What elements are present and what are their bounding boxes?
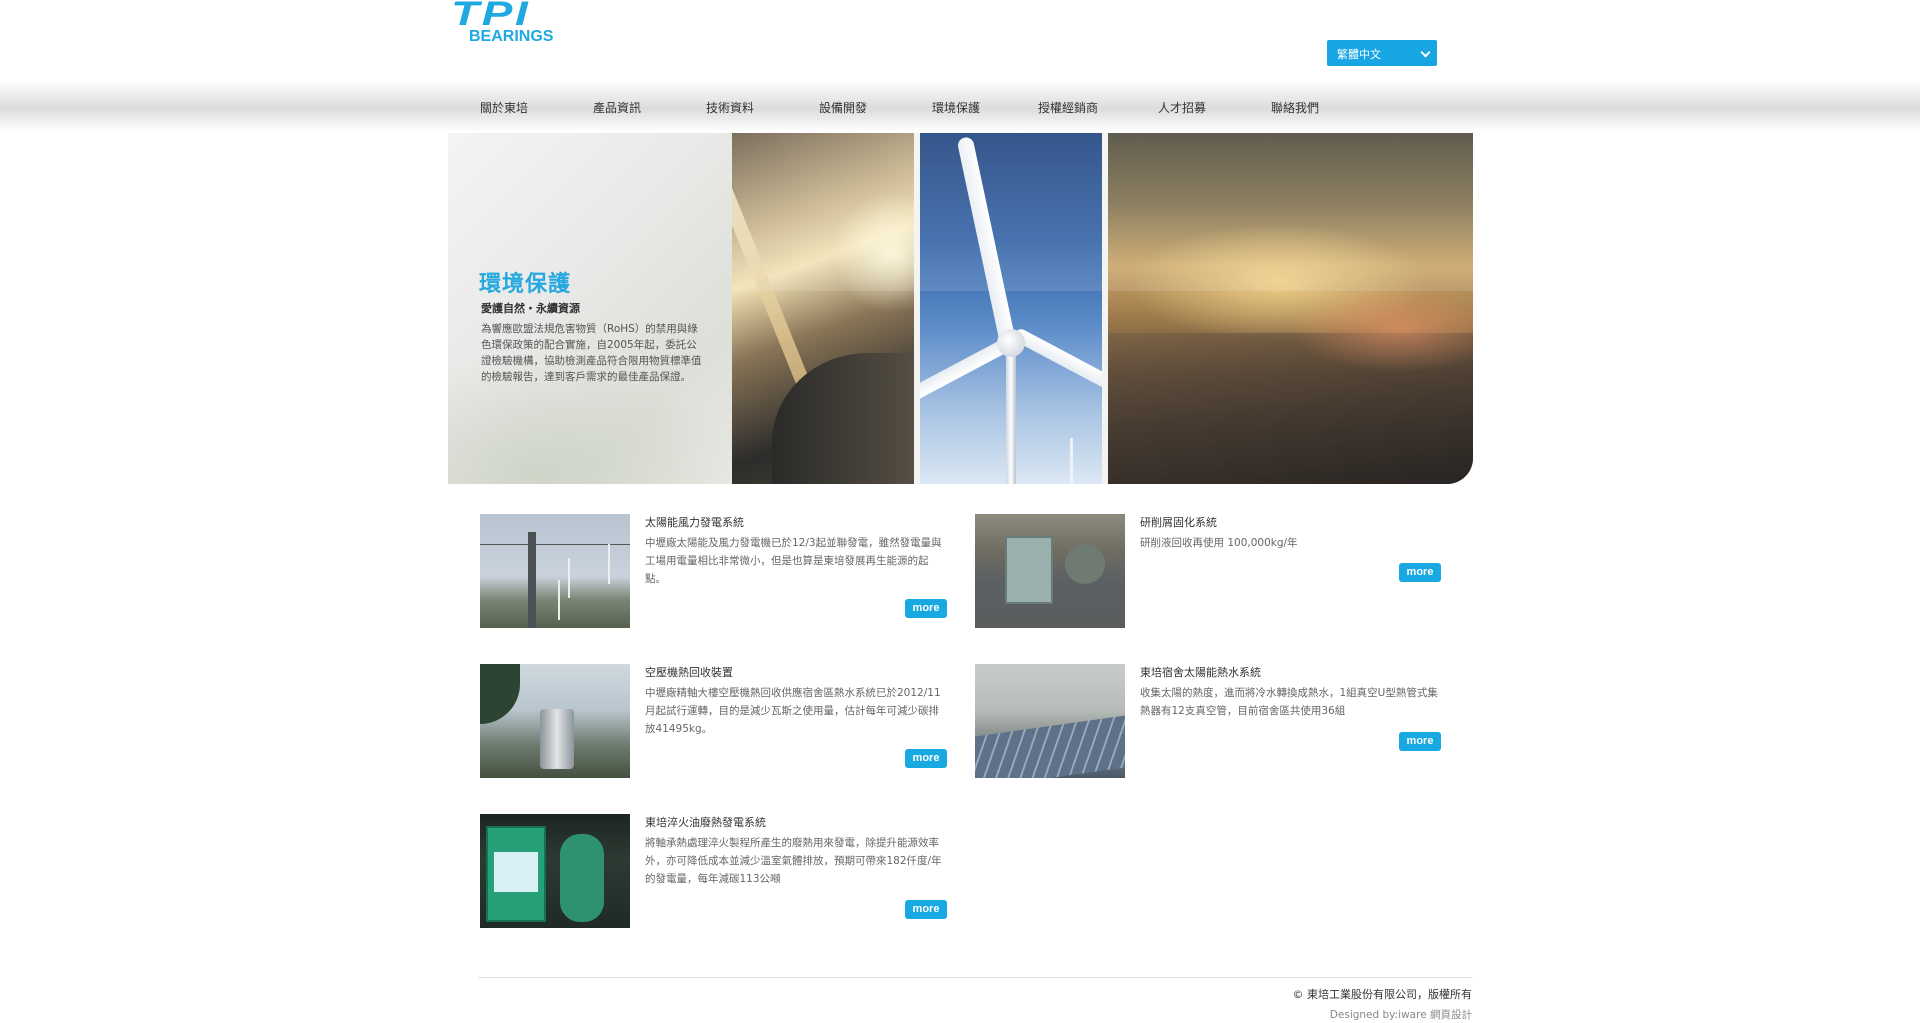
list-item: 東培淬火油廢熱發電系統 將軸承熱處理淬火製程所產生的廢熱用來發電，除提升能源效率… (480, 814, 950, 929)
nav-item-contact[interactable]: 聯絡我們 (1271, 99, 1319, 116)
footer-divider (478, 977, 1473, 978)
footer-copyright: © 東培工業股份有限公司，版權所有 (1292, 988, 1473, 1001)
more-button[interactable]: more (905, 599, 947, 618)
card-title[interactable]: 空壓機熱回收裝置 (645, 664, 733, 680)
hero-description: 為響應歐盟法規危害物質（RoHS）的禁用與綠色環保政策的配合實施，自2005年起… (481, 323, 702, 383)
card-title[interactable]: 太陽能風力發電系統 (645, 514, 744, 530)
card-description: 中壢廠精軸大樓空壓機熱回收供應宿舍區熱水系統已於2012/11月起試行運轉，目的… (645, 687, 941, 735)
nav-item-equipment[interactable]: 設備開發 (819, 99, 867, 116)
card-description: 將軸承熱處理淬火製程所產生的廢熱用來發電，除提升能源效率外，亦可降低成本並減少溫… (645, 837, 942, 885)
language-select[interactable]: 繁體中文 (1327, 40, 1437, 66)
footer-designer-credit[interactable]: Designed by:iware 網頁設計 (1330, 1007, 1472, 1022)
chevron-down-icon (1420, 47, 1431, 58)
card-title[interactable]: 東培宿舍太陽能熱水系統 (1140, 664, 1261, 680)
more-button[interactable]: more (905, 749, 947, 768)
nav-item-technical[interactable]: 技術資料 (706, 99, 754, 116)
card-description: 收集太陽的熱度，進而將冷水轉換成熱水，1組真空U型熱管式集熱器有12支真空管，目… (1140, 687, 1438, 717)
main-nav: 關於東培 產品資訊 技術資料 設備開發 環境保護 授權經銷商 人才招募 聯絡我們 (450, 96, 1480, 120)
card-thumbnail-grinding-system[interactable] (975, 514, 1125, 628)
card-title[interactable]: 東培淬火油廢熱發電系統 (645, 814, 766, 830)
hero-image-wind-turbine (920, 133, 1102, 484)
more-button[interactable]: more (1399, 732, 1441, 751)
language-select-value: 繁體中文 (1337, 48, 1381, 61)
hero-banner: 環境保護 愛護自然・永續資源 為響應歐盟法規危害物質（RoHS）的禁用與綠色環保… (448, 133, 1473, 484)
nav-item-environment[interactable]: 環境保護 (932, 99, 980, 116)
nav-item-careers[interactable]: 人才招募 (1158, 99, 1206, 116)
list-item: 空壓機熱回收裝置 中壢廠精軸大樓空壓機熱回收供應宿舍區熱水系統已於2012/11… (480, 664, 950, 779)
more-button[interactable]: more (905, 900, 947, 919)
more-button[interactable]: more (1399, 563, 1441, 582)
card-thumbnail-wind-solar[interactable] (480, 514, 630, 628)
tpi-bearings-logo[interactable]: TPI BEARINGS (451, 0, 581, 49)
logo-wordmark: TPI (451, 0, 531, 33)
nav-item-distributors[interactable]: 授權經銷商 (1038, 99, 1098, 116)
list-item: 太陽能風力發電系統 中壢廠太陽能及風力發電機已於12/3起並聯發電，雖然發電量與… (480, 514, 950, 629)
nav-item-products[interactable]: 產品資訊 (593, 99, 641, 116)
card-thumbnail-solar-water-heater[interactable] (975, 664, 1125, 778)
card-description: 研削液回收再使用 100,000kg/年 (1140, 537, 1298, 549)
card-title[interactable]: 研削屑固化系統 (1140, 514, 1217, 530)
hero-image-city-lights (1108, 133, 1473, 484)
list-item: 研削屑固化系統 研削液回收再使用 100,000kg/年 more (975, 514, 1445, 629)
logo-subtitle: BEARINGS (469, 28, 554, 45)
card-thumbnail-heat-recovery[interactable] (480, 664, 630, 778)
nav-item-about[interactable]: 關於東培 (480, 99, 528, 116)
card-thumbnail-waste-heat-generator[interactable] (480, 814, 630, 928)
hero-subtitle: 愛護自然・永續資源 (481, 302, 580, 315)
list-item: 東培宿舍太陽能熱水系統 收集太陽的熱度，進而將冷水轉換成熱水，1組真空U型熱管式… (975, 664, 1445, 779)
card-description: 中壢廠太陽能及風力發電機已於12/3起並聯發電，雖然發電量與工場用電量相比非常微… (645, 537, 942, 585)
hero-title: 環境保護 (479, 272, 572, 297)
hero-image-car (732, 133, 914, 484)
